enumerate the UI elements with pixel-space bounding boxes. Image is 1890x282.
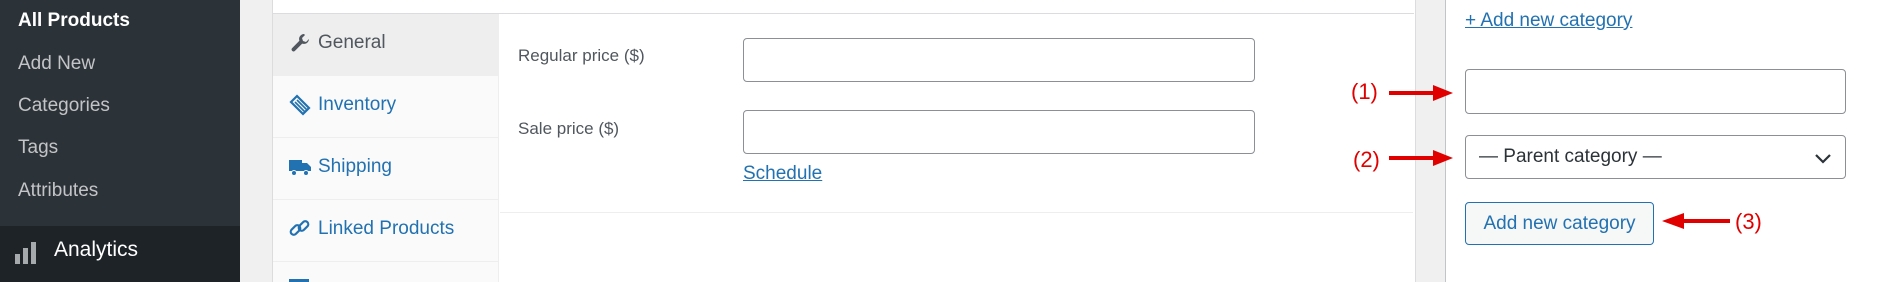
annotation-arrow-1 (1389, 85, 1453, 101)
annotation-arrow-3 (1662, 213, 1730, 229)
tab-general-label: General (318, 32, 386, 53)
sale-price-input[interactable] (743, 110, 1255, 154)
wrench-icon (291, 34, 309, 52)
tag-icon (289, 94, 311, 116)
sale-price-label: Sale price ($) (518, 119, 620, 138)
new-category-name-input[interactable] (1465, 69, 1846, 114)
fields-divider (500, 212, 1413, 213)
regular-price-label: Regular price ($) (518, 46, 645, 65)
tab-linked-products-label: Linked Products (318, 218, 455, 239)
annotation-arrow-2 (1389, 150, 1453, 166)
sidebar-item-tags[interactable]: Tags (18, 136, 58, 160)
add-new-category-link[interactable]: + Add new category (1465, 10, 1632, 32)
tab-inventory[interactable]: Inventory (273, 76, 498, 138)
sidebar-item-all-products[interactable]: All Products (18, 9, 130, 33)
tab-shipping[interactable]: Shipping (273, 138, 498, 200)
parent-category-selected: — Parent category — (1479, 146, 1662, 167)
sidebar-item-categories[interactable]: Categories (18, 94, 110, 118)
annotation-label-2: (2) (1353, 147, 1380, 172)
parent-category-select[interactable]: — Parent category — (1465, 135, 1846, 179)
schedule-link[interactable]: Schedule (743, 163, 822, 185)
bar-chart-icon (15, 242, 36, 264)
tab-inventory-label: Inventory (318, 94, 397, 115)
annotation-label-3: (3) (1735, 209, 1762, 234)
admin-sidebar: All Products Add New Categories Tags Att… (0, 0, 240, 282)
annotation-label-1: (1) (1351, 79, 1378, 104)
tab-linked-products[interactable]: Linked Products (273, 200, 498, 262)
chevron-down-icon (1815, 154, 1831, 164)
tab-general[interactable]: General (273, 14, 498, 76)
sidebar-item-add-new[interactable]: Add New (18, 52, 95, 76)
product-data-tabs: General Inventory Shipping Linked Produc… (273, 14, 499, 282)
add-new-category-button[interactable]: Add new category (1465, 202, 1654, 245)
tab-shipping-label: Shipping (318, 156, 392, 177)
link-icon (289, 220, 310, 236)
truck-icon (289, 160, 311, 176)
regular-price-input[interactable] (743, 38, 1255, 82)
sidebar-item-analytics-label: Analytics (54, 238, 139, 261)
sidebar-item-attributes[interactable]: Attributes (18, 179, 98, 203)
